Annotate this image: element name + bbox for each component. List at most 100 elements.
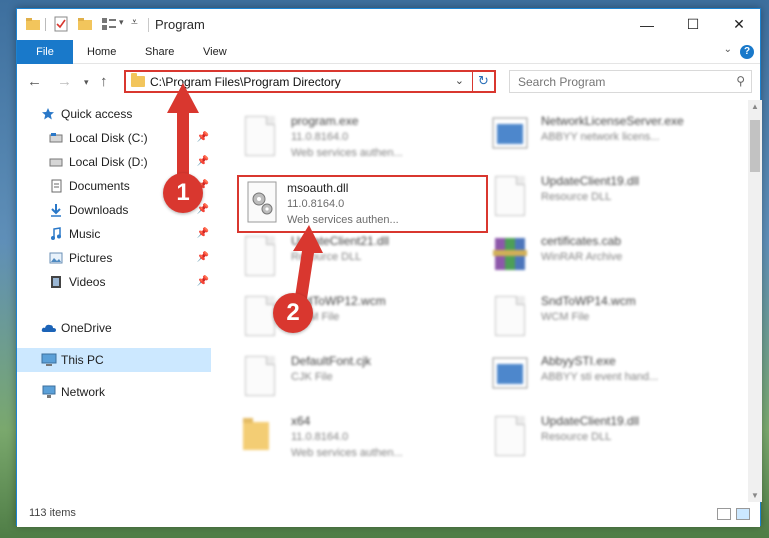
large-icons-view-icon[interactable] (736, 508, 750, 520)
sidebar-item-label: Downloads (69, 203, 129, 217)
explorer-window: ▾ ⩡ Program — ☐ ✕ File Home Share View ⌄… (16, 8, 762, 527)
search-icon[interactable]: ⚲ (736, 74, 745, 88)
pin-icon[interactable]: 📌 (197, 270, 209, 294)
folder-icon (241, 414, 281, 460)
customize-toolbar-icon[interactable]: ⩡ (131, 15, 138, 30)
chevron-down-icon[interactable]: ⌄ (724, 44, 732, 55)
new-folder-icon[interactable] (77, 16, 93, 32)
status-bar: 113 items (17, 502, 760, 527)
sidebar-item-network[interactable]: Network (17, 380, 211, 404)
help-button[interactable]: ? (740, 45, 754, 59)
exe-icon (491, 114, 531, 160)
sidebar-item-label: Videos (69, 275, 106, 289)
qa-dropdown-icon[interactable]: ▾ (119, 17, 124, 28)
chevron-down-icon[interactable]: ⌄ (455, 74, 464, 87)
file-name: program.exe (291, 114, 359, 128)
tab-share[interactable]: Share (145, 40, 174, 64)
list-item[interactable]: program.exe 11.0.8164.0 Web services aut… (235, 110, 475, 164)
list-item[interactable]: SndToWP12.wcm WCM File (235, 290, 475, 344)
file-name: certificates.cab (541, 234, 622, 248)
folder-icon[interactable] (25, 16, 41, 32)
list-item[interactable]: certificates.cab WinRAR Archive (485, 230, 725, 284)
file-name: DefaultFont.cjk (291, 354, 372, 368)
file-name: SndToWP14.wcm (541, 294, 636, 308)
vertical-scrollbar[interactable]: ▲ ▼ (748, 100, 762, 502)
sidebar-item-label: OneDrive (61, 321, 112, 335)
navigation-bar: ← → ▾ ↑ C:\Program Files\Program Directo… (17, 64, 760, 100)
list-item[interactable]: NetworkLicenseServer.exe ABBYY network l… (485, 110, 725, 164)
refresh-icon[interactable]: ↻ (472, 70, 494, 93)
file-name: AbbyySTI.exe (541, 354, 616, 368)
file-detail: ABBYY network licens... (541, 131, 660, 143)
file-detail: WinRAR Archive (541, 251, 623, 263)
sidebar-item-label: Network (61, 385, 106, 399)
file-detail: ABBYY sti event hand... (541, 371, 659, 383)
search-input[interactable] (510, 71, 725, 92)
file-detail: 11.0.8164.0 (291, 131, 349, 143)
back-arrow-icon[interactable]: ← (27, 73, 42, 90)
archive-icon (491, 234, 531, 280)
callout-badge-1: 1 (163, 173, 203, 213)
recent-locations-icon[interactable]: ▾ (84, 77, 89, 88)
scroll-down-icon[interactable]: ▼ (748, 491, 762, 500)
sidebar-item-music[interactable]: Music 📌 (17, 222, 211, 246)
tab-view[interactable]: View (203, 40, 227, 64)
list-item[interactable]: x64 11.0.8164.0 Web services authen... (235, 410, 475, 464)
details-view-icon[interactable] (717, 508, 731, 520)
maximize-button[interactable]: ☐ (670, 9, 716, 40)
window-title: Program (155, 17, 205, 32)
sidebar-item-this-pc[interactable]: This PC (17, 348, 211, 372)
file-name: UpdateClient19.dll (541, 414, 640, 428)
item-count: 113 items (29, 507, 76, 519)
minimize-button[interactable]: — (624, 9, 670, 40)
scroll-up-icon[interactable]: ▲ (748, 102, 762, 111)
scrollbar-thumb[interactable] (750, 120, 760, 172)
up-arrow-icon[interactable]: ↑ (100, 73, 108, 90)
videos-icon (51, 276, 61, 288)
title-bar: ▾ ⩡ Program — ☐ ✕ (17, 9, 760, 40)
sidebar-item-pictures[interactable]: Pictures 📌 (17, 246, 211, 270)
view-options-icon[interactable] (101, 16, 117, 32)
list-item[interactable]: UpdateClient19.dll Resource DLL (485, 170, 725, 224)
file-detail: CJK File (291, 371, 333, 383)
download-icon (51, 204, 61, 217)
sidebar-item-videos[interactable]: Videos 📌 (17, 270, 211, 294)
list-item[interactable]: UpdateClient19.dll Resource DLL (485, 410, 725, 464)
pin-icon[interactable]: 📌 (197, 222, 209, 246)
file-detail: WCM File (541, 311, 590, 323)
file-name: NetworkLicenseServer.exe (541, 114, 684, 128)
list-item[interactable]: AbbyySTI.exe ABBYY sti event hand... (485, 350, 725, 404)
file-name: UpdateClient19.dll (541, 174, 640, 188)
file-icon (491, 294, 531, 340)
tab-home[interactable]: Home (87, 40, 116, 64)
dll-icon (491, 414, 531, 460)
pictures-icon (49, 252, 63, 264)
dll-settings-icon (247, 181, 277, 223)
highlighted-file-item[interactable]: msoauth.dll 11.0.8164.0 Web services aut… (237, 175, 488, 233)
qa-separator (45, 18, 46, 31)
pin-icon[interactable]: 📌 (197, 246, 209, 270)
tab-file[interactable]: File (17, 40, 73, 64)
file-name: msoauth.dll (287, 181, 349, 195)
list-item[interactable]: SndToWP14.wcm WCM File (485, 290, 725, 344)
sidebar-item-label: Pictures (69, 251, 113, 265)
sidebar-item-onedrive[interactable]: OneDrive (17, 316, 211, 340)
list-item[interactable]: UpdateClient21.dll Resource DLL (235, 230, 475, 284)
search-box[interactable]: ⚲ (509, 70, 752, 93)
callout-badge-2: 2 (273, 293, 313, 333)
computer-icon (41, 353, 57, 366)
sidebar-item-label: This PC (61, 353, 104, 367)
forward-arrow-icon[interactable]: → (57, 73, 72, 90)
close-button[interactable]: ✕ (716, 9, 762, 40)
properties-icon[interactable] (53, 16, 69, 32)
folder-icon (131, 73, 145, 87)
sidebar-item-label: Quick access (61, 107, 133, 121)
ribbon-tabs: File Home Share View ⌄ ? (17, 40, 760, 64)
cloud-icon (41, 324, 56, 332)
file-icon (241, 354, 281, 400)
list-item[interactable]: DefaultFont.cjk CJK File (235, 350, 475, 404)
file-description: Web services authen... (291, 147, 403, 159)
sidebar-item-label: Local Disk (D:) (69, 155, 148, 169)
sidebar-item-label: Local Disk (C:) (69, 131, 148, 145)
file-detail: 11.0.8164.0 (291, 431, 349, 443)
